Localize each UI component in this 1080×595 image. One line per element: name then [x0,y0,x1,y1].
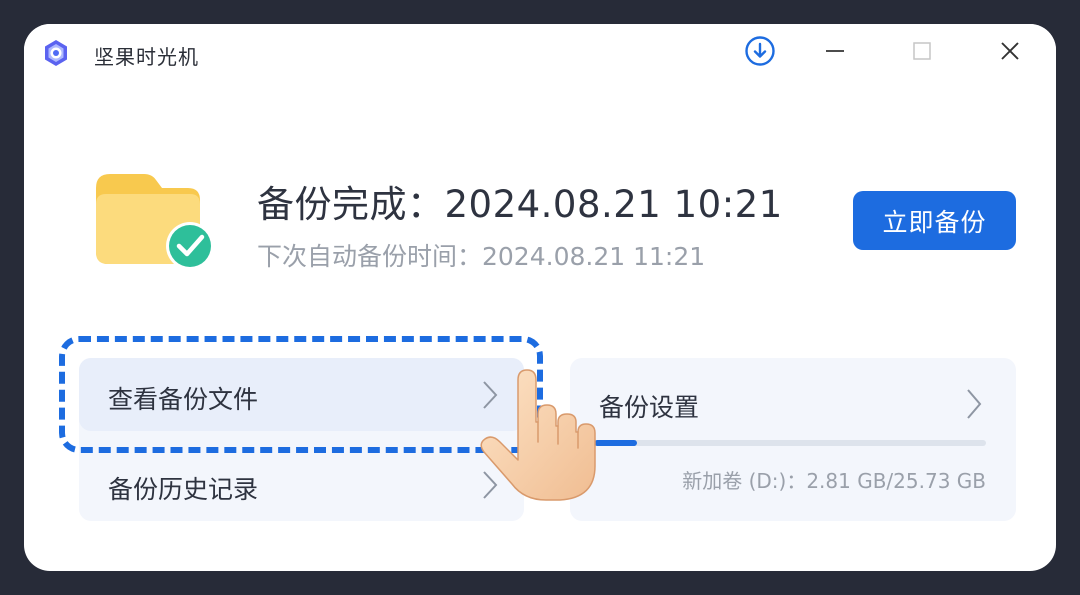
minimize-button[interactable] [813,34,857,72]
disk-usage-text: 新加卷 (D:)：2.81 GB/25.73 GB [682,469,986,493]
close-button[interactable] [988,34,1032,72]
backup-settings-card[interactable]: 备份设置 新加卷 (D:)：2.81 GB/25.73 GB [570,358,1016,521]
app-title: 坚果时光机 [94,45,199,69]
next-backup-time: 下次自动备份时间：2024.08.21 11:21 [257,242,706,271]
backup-history-item[interactable]: 备份历史记录 [79,448,524,521]
chevron-right-icon [966,388,982,420]
app-logo-icon [41,38,71,68]
close-icon [999,40,1021,66]
backup-status-title: 备份完成：2024.08.21 10:21 [257,183,783,226]
backup-settings-label: 备份设置 [599,393,700,422]
app-window: 坚果时光机 备份完成：2024.08.21 10:21 下次自动备份时间：202… [24,24,1056,571]
download-icon [744,35,776,71]
check-icon [166,222,214,270]
highlight-outline [59,336,543,453]
maximize-button[interactable] [900,34,944,72]
backup-now-button[interactable]: 立即备份 [853,191,1016,250]
folder-icon [92,170,216,274]
maximize-icon [911,40,933,66]
minimize-icon [824,40,846,66]
title-bar: 坚果时光机 [24,24,1056,82]
disk-usage-bar [594,440,986,446]
hand-pointer-icon [476,368,606,502]
menu-item-label: 备份历史记录 [108,475,259,504]
download-button[interactable] [738,34,782,72]
